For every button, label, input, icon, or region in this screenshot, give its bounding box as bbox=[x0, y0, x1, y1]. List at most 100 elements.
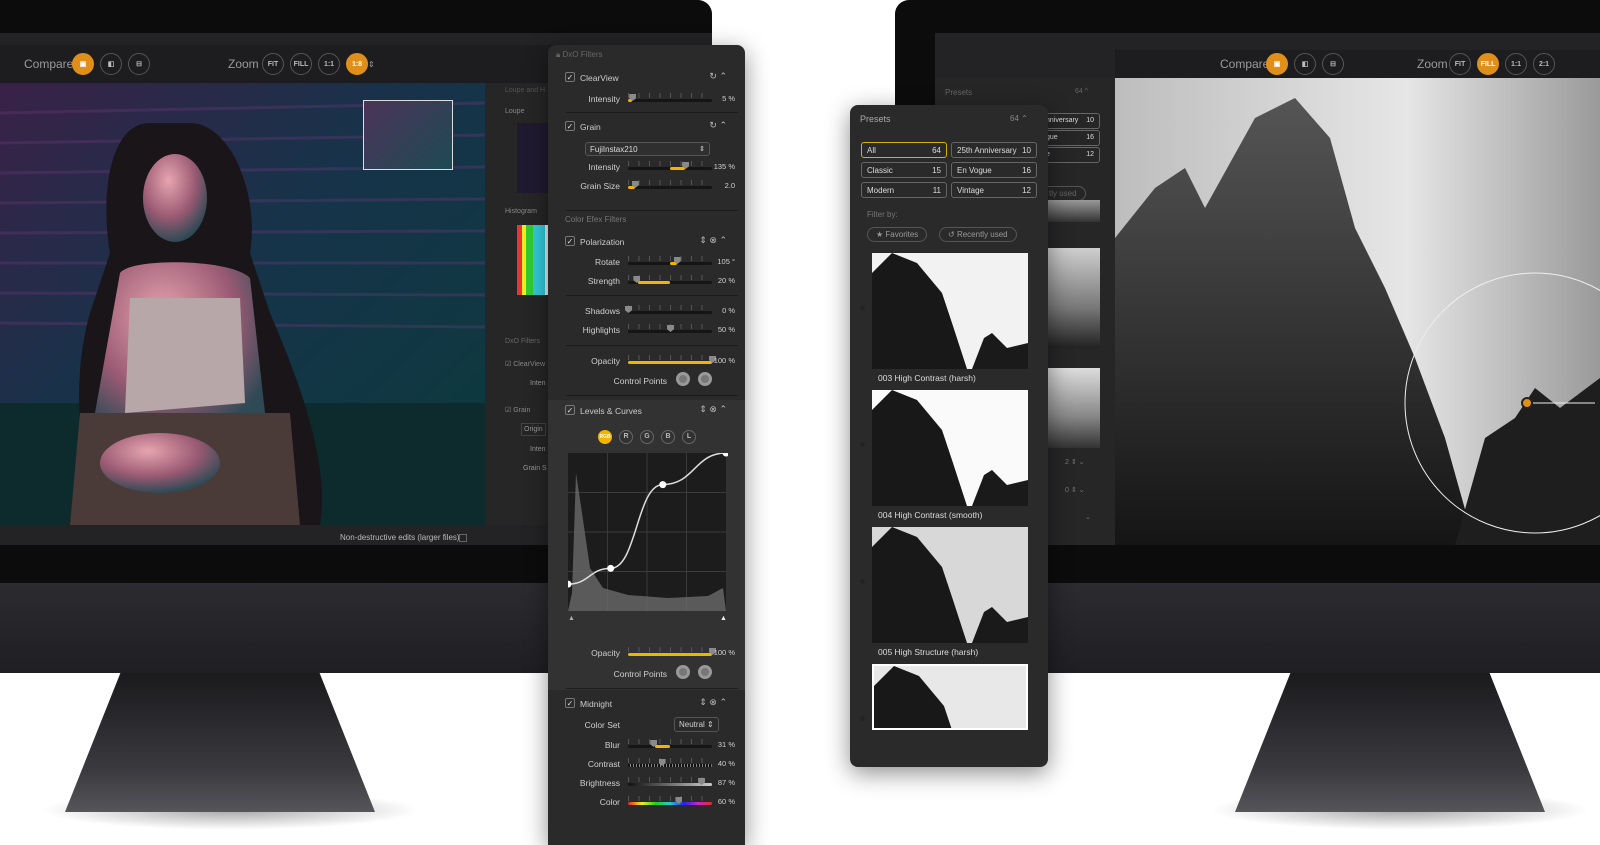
preset-thumbnail[interactable] bbox=[1048, 200, 1100, 222]
filter-controls-icon[interactable]: ↻ ⌃ bbox=[709, 71, 727, 82]
slider-track[interactable] bbox=[628, 94, 712, 102]
preset-thumbnail[interactable] bbox=[872, 664, 1028, 730]
zoom-fill-button[interactable]: FILL bbox=[290, 53, 312, 75]
filter-controls-icon[interactable]: ↻ ⌃ bbox=[709, 120, 727, 131]
zoom-1-1-button[interactable]: 1:1 bbox=[1505, 53, 1527, 75]
enable-checkbox[interactable]: ✓ bbox=[565, 236, 575, 246]
filter-controls-icon[interactable]: ⇕ ⊗ ⌃ bbox=[699, 404, 727, 415]
slider-track[interactable] bbox=[628, 648, 716, 656]
grain-preset-select[interactable]: Origin bbox=[521, 423, 546, 436]
slider-track[interactable] bbox=[628, 740, 712, 748]
slider-track[interactable] bbox=[628, 257, 712, 265]
slider-track[interactable] bbox=[628, 181, 712, 189]
zoom-fit-button[interactable]: FIT bbox=[1449, 53, 1471, 75]
slider-track[interactable] bbox=[628, 778, 712, 786]
remove-control-point-button[interactable] bbox=[698, 372, 712, 386]
intensity-label: Inten bbox=[530, 380, 546, 387]
compare-stack-button[interactable]: ⊟ bbox=[1322, 53, 1344, 75]
control-point[interactable] bbox=[1521, 397, 1533, 409]
preset-category[interactable]: gue 16 bbox=[1040, 130, 1100, 146]
add-control-point-button[interactable] bbox=[676, 665, 690, 679]
zoom-1-1-button[interactable]: 1:1 bbox=[318, 53, 340, 75]
slider-label: Intensity bbox=[588, 94, 620, 104]
label: Recently used bbox=[956, 230, 1008, 239]
zoom-2-1-button[interactable]: 2:1 bbox=[1533, 53, 1555, 75]
favorite-star-icon[interactable]: ★ bbox=[858, 440, 867, 451]
slider-track[interactable] bbox=[625, 306, 712, 314]
slider-track[interactable] bbox=[628, 356, 716, 364]
slider-track[interactable] bbox=[628, 797, 712, 805]
collapse-icon[interactable]: ⌃ bbox=[1021, 114, 1028, 123]
preset-thumbnail[interactable] bbox=[1048, 368, 1100, 448]
count-stepper[interactable]: 0 ⇕ ⌄ bbox=[1065, 486, 1085, 494]
white-point-handle[interactable]: ▲ bbox=[720, 615, 727, 621]
compare-split-button[interactable]: ◧ bbox=[100, 53, 122, 75]
slider-thumb[interactable] bbox=[667, 325, 674, 332]
grain-preset-select[interactable]: FujiInstax210 ⇕ bbox=[585, 142, 710, 156]
filter-controls-icon[interactable]: ⇕ ⊗ ⌃ bbox=[699, 697, 727, 708]
enable-checkbox[interactable]: ✓ bbox=[565, 72, 575, 82]
navigator-thumbnail[interactable] bbox=[363, 100, 453, 170]
chevron-down-icon[interactable]: ⌄ bbox=[1085, 513, 1091, 521]
zoom-1-8-button[interactable]: 1:8 bbox=[346, 53, 368, 75]
slider-thumb[interactable] bbox=[625, 306, 632, 313]
channel-g-button[interactable]: G bbox=[640, 430, 654, 444]
channel-r-button[interactable]: R bbox=[619, 430, 633, 444]
compare-stack-button[interactable]: ⊟ bbox=[128, 53, 150, 75]
grain-item[interactable]: ☑ Grain bbox=[505, 406, 530, 414]
enable-checkbox[interactable]: ✓ bbox=[565, 405, 575, 415]
preset-thumbnail[interactable] bbox=[872, 527, 1028, 643]
channel-b-button[interactable]: B bbox=[661, 430, 675, 444]
curve-editor[interactable]: ▲ ▲ bbox=[568, 453, 728, 621]
recently-used-filter[interactable]: ↺ Recently used bbox=[939, 227, 1017, 242]
enable-checkbox[interactable]: ✓ bbox=[565, 698, 575, 708]
grain-header[interactable]: ✓ Grain ↻ ⌃ bbox=[548, 119, 745, 137]
enable-checkbox[interactable]: ✓ bbox=[565, 121, 575, 131]
slider-row-brightness: Brightness 87 % bbox=[548, 775, 745, 793]
compare-side-button[interactable]: ▣ bbox=[1266, 53, 1288, 75]
zoom-stepper-icon[interactable]: ⇕ bbox=[368, 60, 375, 69]
non-destructive-checkbox[interactable] bbox=[459, 534, 467, 542]
preset-category-all[interactable]: All 64 bbox=[861, 142, 947, 158]
preset-category-vintage[interactable]: Vintage 12 bbox=[951, 182, 1037, 198]
midnight-header[interactable]: ✓ Midnight ⇕ ⊗ ⌃ bbox=[548, 696, 745, 714]
slider-thumb[interactable] bbox=[698, 778, 706, 785]
add-control-point-button[interactable] bbox=[676, 372, 690, 386]
preset-category-modern[interactable]: Modern 11 bbox=[861, 182, 947, 198]
count-stepper[interactable]: 2 ⇕ ⌄ bbox=[1065, 458, 1085, 466]
remove-control-point-button[interactable] bbox=[698, 665, 712, 679]
zoom-fill-button[interactable]: FILL bbox=[1477, 53, 1499, 75]
curve-point[interactable] bbox=[659, 481, 667, 489]
preset-thumbnail[interactable] bbox=[872, 253, 1028, 369]
black-point-handle[interactable]: ▲ bbox=[568, 615, 575, 621]
slider-track[interactable] bbox=[628, 162, 712, 170]
preset-category-en-vogue[interactable]: En Vogue 16 bbox=[951, 162, 1037, 178]
levels-curves-header[interactable]: ✓ Levels & Curves ⇕ ⊗ ⌃ bbox=[548, 403, 745, 421]
channel-rgb-button[interactable]: RGB bbox=[598, 430, 612, 444]
compare-side-button[interactable]: ▣ bbox=[72, 53, 94, 75]
favorites-filter[interactable]: ★ Favorites bbox=[867, 227, 928, 242]
color-set-select[interactable]: Neutral ⇕ bbox=[674, 717, 719, 732]
polarization-header[interactable]: ✓ Polarization ⇕ ⊗ ⌃ bbox=[548, 234, 745, 252]
preset-category-25th-anniversary[interactable]: 25th Anniversary 10 bbox=[951, 142, 1037, 158]
preset-category-classic[interactable]: Classic 15 bbox=[861, 162, 947, 178]
clearview-header[interactable]: ✓ ClearView ↻ ⌃ bbox=[548, 70, 745, 88]
slider-track[interactable] bbox=[628, 276, 712, 284]
preset-category[interactable]: nniversary 10 bbox=[1040, 113, 1100, 129]
preset-thumbnail[interactable] bbox=[872, 390, 1028, 506]
preset-category[interactable]: e12 bbox=[1040, 147, 1100, 163]
curve-point[interactable] bbox=[607, 564, 615, 572]
favorite-star-icon[interactable]: ★ bbox=[858, 577, 867, 588]
slider-thumb[interactable] bbox=[675, 797, 683, 804]
zoom-fit-button[interactable]: FIT bbox=[262, 53, 284, 75]
compare-split-button[interactable]: ◧ bbox=[1294, 53, 1316, 75]
clearview-item[interactable]: ☑ ClearView bbox=[505, 360, 545, 368]
slider-track[interactable] bbox=[628, 325, 712, 333]
preset-thumbnail[interactable] bbox=[1048, 248, 1100, 348]
favorite-star-icon[interactable]: ★ bbox=[858, 714, 867, 725]
channel-l-button[interactable]: L bbox=[682, 430, 696, 444]
filter-controls-icon[interactable]: ⇕ ⊗ ⌃ bbox=[699, 235, 727, 246]
favorite-star-icon[interactable]: ★ bbox=[858, 303, 867, 314]
slider-thumb[interactable] bbox=[658, 759, 666, 766]
slider-track[interactable] bbox=[628, 759, 712, 767]
